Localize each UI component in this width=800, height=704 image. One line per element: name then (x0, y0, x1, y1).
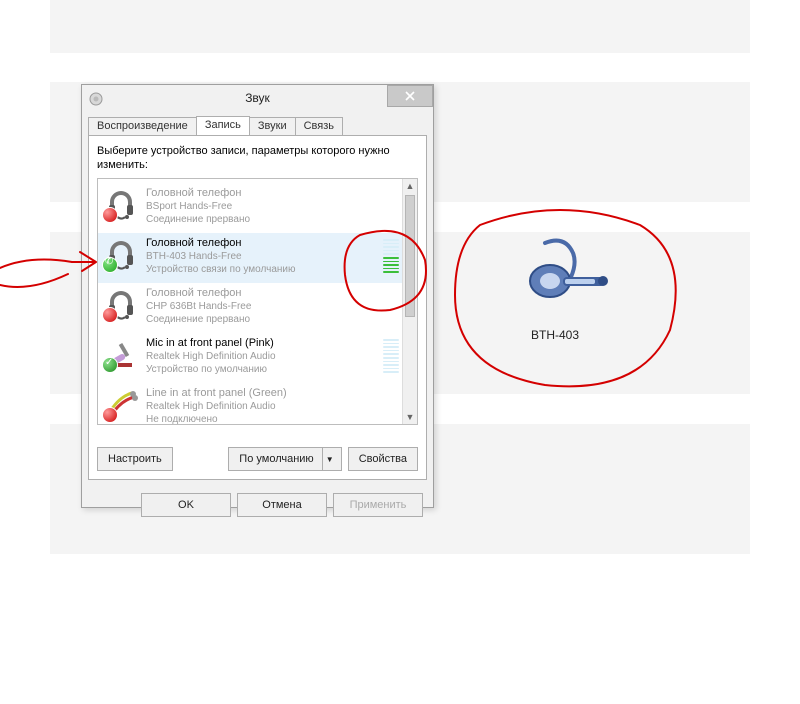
device-name: Mic in at front panel (Pink) (146, 337, 276, 350)
status-badge (102, 307, 118, 323)
speaker-icon (88, 90, 104, 106)
status-badge (102, 357, 118, 373)
device-text: Головной телефонBSport Hands-FreeСоедине… (146, 187, 250, 226)
instruction-text: Выберите устройство записи, параметры ко… (97, 144, 418, 172)
set-default-label: По умолчанию (239, 453, 313, 465)
device-row[interactable]: Line in at front panel (Green)Realtek Hi… (98, 383, 403, 425)
device-name: Головной телефон (146, 187, 250, 200)
tab-strip: Воспроизведение Запись Звуки Связь (82, 111, 433, 135)
device-name: Головной телефон (146, 237, 296, 250)
apply-button: Применить (333, 493, 423, 517)
set-default-button[interactable]: По умолчанию ▼ (228, 447, 341, 471)
tab-playback[interactable]: Воспроизведение (88, 117, 197, 135)
device-row[interactable]: Головной телефонCHP 636Bt Hands-FreeСоед… (98, 283, 403, 333)
page-bg-strip (50, 0, 750, 53)
tab-recording[interactable]: Запись (196, 116, 250, 135)
scroll-thumb[interactable] (405, 195, 415, 317)
device-name: Головной телефон (146, 287, 251, 300)
status-badge (102, 407, 118, 423)
device-sub: CHP 636Bt Hands-Free (146, 300, 251, 313)
configure-button[interactable]: Настроить (97, 447, 173, 471)
chevron-down-icon[interactable]: ▼ (322, 448, 337, 470)
level-meter (383, 339, 399, 373)
scrollbar[interactable]: ▲ ▼ (402, 179, 417, 424)
mic-icon (104, 337, 138, 371)
status-badge (102, 207, 118, 223)
bluetooth-headset-icon (495, 235, 615, 325)
dialog-titlebar[interactable]: Звук (82, 85, 433, 111)
panel-button-row: Настроить По умолчанию ▼ Свойства (97, 447, 418, 471)
device-sub: Realtek High Definition Audio (146, 400, 287, 413)
device-row[interactable]: Головной телефонBTH-403 Hands-FreeУстрой… (98, 233, 403, 283)
device-sub: BSport Hands-Free (146, 200, 250, 213)
dialog-button-row: OK Отмена Применить (82, 486, 433, 524)
tab-communications[interactable]: Связь (295, 117, 343, 135)
level-meter (383, 239, 399, 273)
device-text: Головной телефонBTH-403 Hands-FreeУстрой… (146, 237, 296, 276)
headset-icon (104, 187, 138, 221)
device-status: Устройство по умолчанию (146, 363, 276, 376)
device-text: Головной телефонCHP 636Bt Hands-FreeСоед… (146, 287, 251, 326)
sound-dialog: Звук Воспроизведение Запись Звуки Связь … (81, 84, 434, 508)
ok-button[interactable]: OK (141, 493, 231, 517)
external-device-label: BTH-403 (480, 328, 630, 342)
device-name: Line in at front panel (Green) (146, 387, 287, 400)
device-status: Соединение прервано (146, 313, 251, 326)
close-button[interactable] (387, 85, 433, 107)
close-icon (405, 91, 415, 101)
headset-icon (104, 287, 138, 321)
scroll-down-icon[interactable]: ▼ (403, 410, 417, 424)
device-status: Соединение прервано (146, 213, 250, 226)
line-icon (104, 387, 138, 421)
tab-sounds[interactable]: Звуки (249, 117, 296, 135)
headset-icon (104, 237, 138, 271)
properties-button[interactable]: Свойства (348, 447, 418, 471)
dialog-title: Звук (245, 91, 270, 105)
device-list[interactable]: Головной телефонBSport Hands-FreeСоедине… (97, 178, 418, 425)
device-sub: Realtek High Definition Audio (146, 350, 276, 363)
device-text: Line in at front panel (Green)Realtek Hi… (146, 387, 287, 425)
device-row[interactable]: Головной телефонBSport Hands-FreeСоедине… (98, 183, 403, 233)
tab-panel-recording: Выберите устройство записи, параметры ко… (88, 135, 427, 480)
scroll-up-icon[interactable]: ▲ (403, 179, 417, 193)
device-row[interactable]: Mic in at front panel (Pink)Realtek High… (98, 333, 403, 383)
device-sub: BTH-403 Hands-Free (146, 250, 296, 263)
device-text: Mic in at front panel (Pink)Realtek High… (146, 337, 276, 376)
cancel-button[interactable]: Отмена (237, 493, 327, 517)
device-status: Устройство связи по умолчанию (146, 263, 296, 276)
status-badge (102, 257, 118, 273)
device-status: Не подключено (146, 413, 287, 425)
external-device: BTH-403 (480, 235, 630, 342)
